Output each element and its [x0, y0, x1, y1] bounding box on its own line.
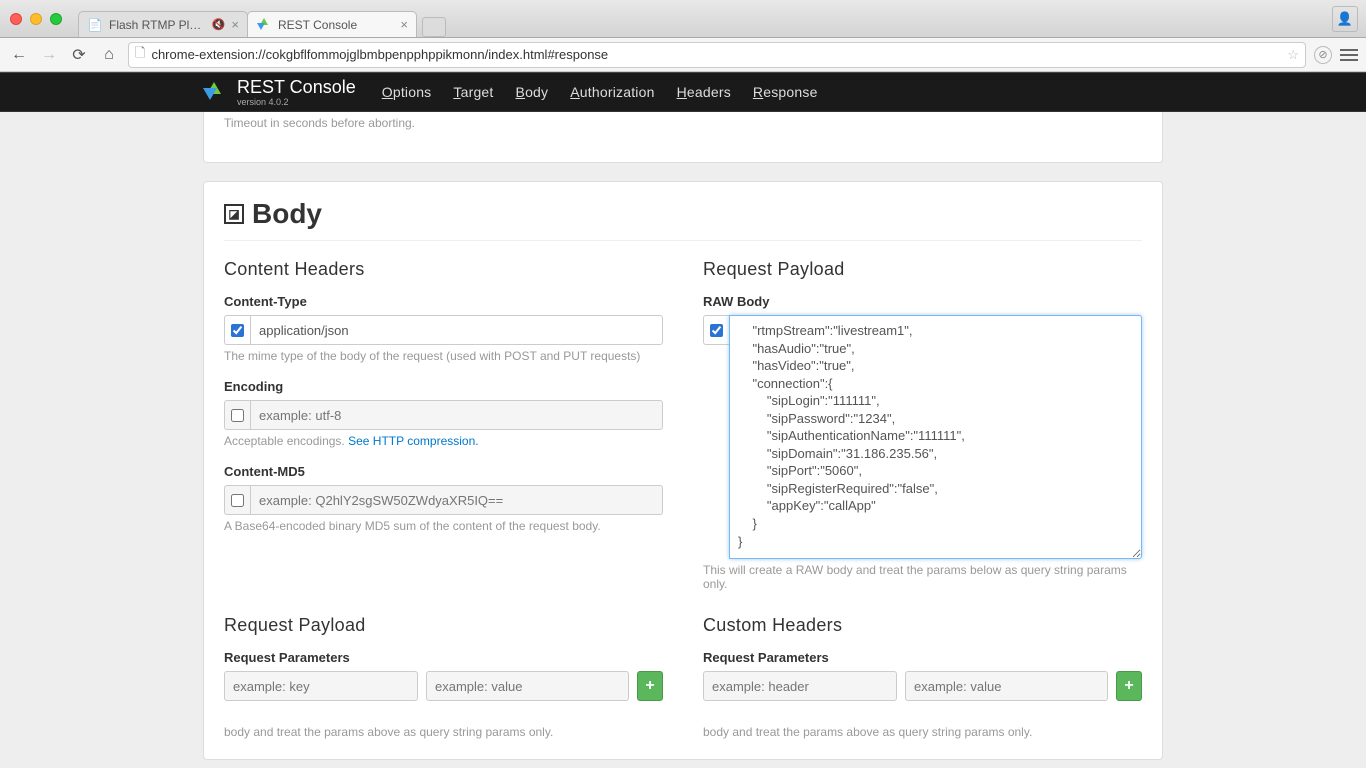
request-payload-column: Request Payload RAW Body This will creat… [703, 259, 1142, 607]
close-icon[interactable]: × [400, 17, 408, 32]
content-md5-field: Content-MD5 A Base64-encoded binary MD5 … [224, 464, 663, 533]
tab-title: REST Console [278, 18, 394, 32]
traffic-lights [10, 13, 62, 25]
raw-body-checkbox-addon[interactable] [703, 315, 729, 345]
forward-button[interactable]: → [38, 44, 60, 66]
collapse-icon[interactable]: ◪ [224, 204, 244, 224]
header-key-input[interactable] [703, 671, 897, 701]
request-params-note: body and treat the params above as query… [224, 725, 663, 739]
content-type-checkbox[interactable] [231, 324, 244, 337]
home-button[interactable]: ⌂ [98, 44, 120, 66]
browser-toolbar: ← → ⟳ ⌂ 🗋 ☆ ⊘ [0, 38, 1366, 72]
nav-response[interactable]: Response [753, 84, 818, 100]
extensions-icon[interactable]: ⊘ [1314, 46, 1332, 64]
custom-headers-sub: Request Parameters [703, 650, 1142, 665]
window-titlebar: 📄 Flash RTMP Player - Liv 🔇 × REST Conso… [0, 0, 1366, 38]
custom-headers-heading: Custom Headers [703, 615, 1142, 636]
content-type-checkbox-addon[interactable] [224, 315, 250, 345]
content-md5-checkbox-addon[interactable] [224, 485, 250, 515]
content-md5-checkbox[interactable] [231, 494, 244, 507]
encoding-help: Acceptable encodings. See HTTP compressi… [224, 434, 663, 448]
prev-card-fragment: Timeout in seconds before aborting. [203, 112, 1163, 163]
encoding-field: Encoding Acceptable encodings. See HTTP … [224, 379, 663, 448]
new-tab-button[interactable] [422, 17, 446, 37]
raw-body-help: This will create a RAW body and treat th… [703, 563, 1142, 591]
encoding-checkbox[interactable] [231, 409, 244, 422]
tab-flash-rtmp[interactable]: 📄 Flash RTMP Player - Liv 🔇 × [78, 11, 248, 37]
mute-icon[interactable]: 🔇 [212, 18, 226, 31]
page-icon: 🗋 [135, 44, 145, 66]
close-icon[interactable]: × [231, 17, 239, 32]
add-param-button[interactable]: + [637, 671, 663, 701]
menu-button[interactable] [1340, 49, 1358, 61]
http-compression-link[interactable]: See HTTP compression. [348, 434, 479, 448]
nav-target[interactable]: Target [453, 84, 493, 100]
page-content: Timeout in seconds before aborting. ◪ Bo… [0, 112, 1366, 768]
request-params-row: + [224, 671, 663, 701]
nav-headers[interactable]: Headers [677, 84, 731, 100]
profile-button[interactable]: 👤 [1332, 6, 1358, 32]
back-button[interactable]: ← [8, 44, 30, 66]
content-md5-label: Content-MD5 [224, 464, 663, 479]
content-type-input[interactable] [250, 315, 663, 345]
param-value-input[interactable] [426, 671, 629, 701]
custom-headers-column: Custom Headers Request Parameters + body… [703, 615, 1142, 739]
nav-options[interactable]: Options [382, 84, 432, 100]
page-icon: 📄 [87, 17, 103, 33]
encoding-label: Encoding [224, 379, 663, 394]
bookmark-star-icon[interactable]: ☆ [1287, 47, 1299, 63]
custom-headers-note: body and treat the params above as query… [703, 725, 1142, 739]
request-params-column: Request Payload Request Parameters + bod… [224, 615, 663, 739]
content-md5-help: A Base64-encoded binary MD5 sum of the c… [224, 519, 663, 533]
content-md5-input[interactable] [250, 485, 663, 515]
content-type-field: Content-Type The mime type of the body o… [224, 294, 663, 363]
header-value-input[interactable] [905, 671, 1108, 701]
timeout-help: Timeout in seconds before aborting. [224, 112, 1142, 142]
brand-version: version 4.0.2 [237, 98, 356, 107]
window-minimize-button[interactable] [30, 13, 42, 25]
app-navbar: REST Console version 4.0.2 Options Targe… [0, 72, 1366, 112]
nav-body[interactable]: Body [516, 84, 549, 100]
raw-body-label: RAW Body [703, 294, 1142, 309]
request-params-sub: Request Parameters [224, 650, 663, 665]
window-close-button[interactable] [10, 13, 22, 25]
encoding-input[interactable] [250, 400, 663, 430]
param-key-input[interactable] [224, 671, 418, 701]
request-payload-heading: Request Payload [703, 259, 1142, 280]
content-type-label: Content-Type [224, 294, 663, 309]
request-params-heading: Request Payload [224, 615, 663, 636]
brand-title: REST Console [237, 78, 356, 96]
content-type-help: The mime type of the body of the request… [224, 349, 663, 363]
window-zoom-button[interactable] [50, 13, 62, 25]
add-header-button[interactable]: + [1116, 671, 1142, 701]
raw-body-checkbox[interactable] [710, 324, 723, 337]
url-input[interactable] [151, 47, 1281, 62]
encoding-checkbox-addon[interactable] [224, 400, 250, 430]
custom-headers-row: + [703, 671, 1142, 701]
nav-authorization[interactable]: Authorization [570, 84, 654, 100]
encoding-help-text: Acceptable encodings. [224, 434, 348, 448]
section-title: ◪ Body [224, 182, 1142, 241]
nav-links: Options Target Body Authorization Header… [382, 84, 818, 100]
browser-tabs: 📄 Flash RTMP Player - Liv 🔇 × REST Conso… [78, 0, 446, 37]
content-headers-heading: Content Headers [224, 259, 663, 280]
brand[interactable]: REST Console version 4.0.2 [203, 78, 356, 107]
reload-button[interactable]: ⟳ [68, 44, 90, 66]
content-headers-column: Content Headers Content-Type The mime ty… [224, 259, 663, 607]
brand-logo-icon [203, 80, 227, 104]
address-bar[interactable]: 🗋 ☆ [128, 42, 1306, 68]
raw-body-field: RAW Body This will create a RAW body and… [703, 294, 1142, 591]
section-title-text: Body [252, 198, 322, 230]
tab-title: Flash RTMP Player - Liv [109, 18, 208, 32]
tab-rest-console[interactable]: REST Console × [247, 11, 417, 37]
raw-body-textarea[interactable] [729, 315, 1142, 559]
rest-console-favicon [256, 17, 272, 33]
body-card: ◪ Body Content Headers Content-Type The … [203, 181, 1163, 760]
